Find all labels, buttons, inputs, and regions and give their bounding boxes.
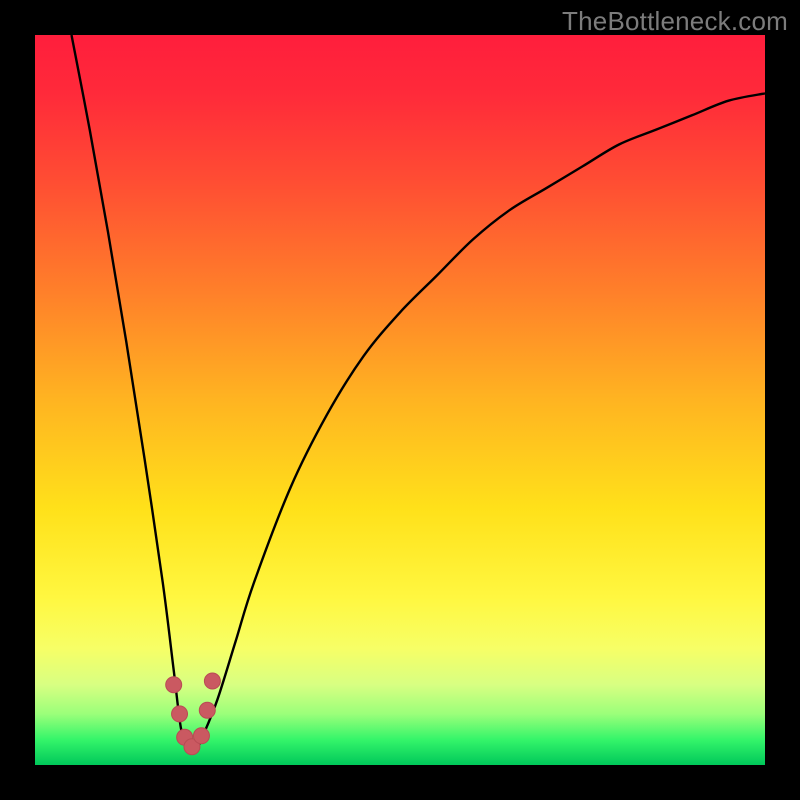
highlight-dot [204, 673, 220, 689]
gradient-background [35, 35, 765, 765]
highlight-dot [166, 677, 182, 693]
highlight-dot [172, 706, 188, 722]
plot-area [35, 35, 765, 765]
watermark-text: TheBottleneck.com [562, 6, 788, 37]
bottleneck-chart [35, 35, 765, 765]
outer-frame: TheBottleneck.com [0, 0, 800, 800]
highlight-dot [199, 702, 215, 718]
highlight-dot [193, 728, 209, 744]
